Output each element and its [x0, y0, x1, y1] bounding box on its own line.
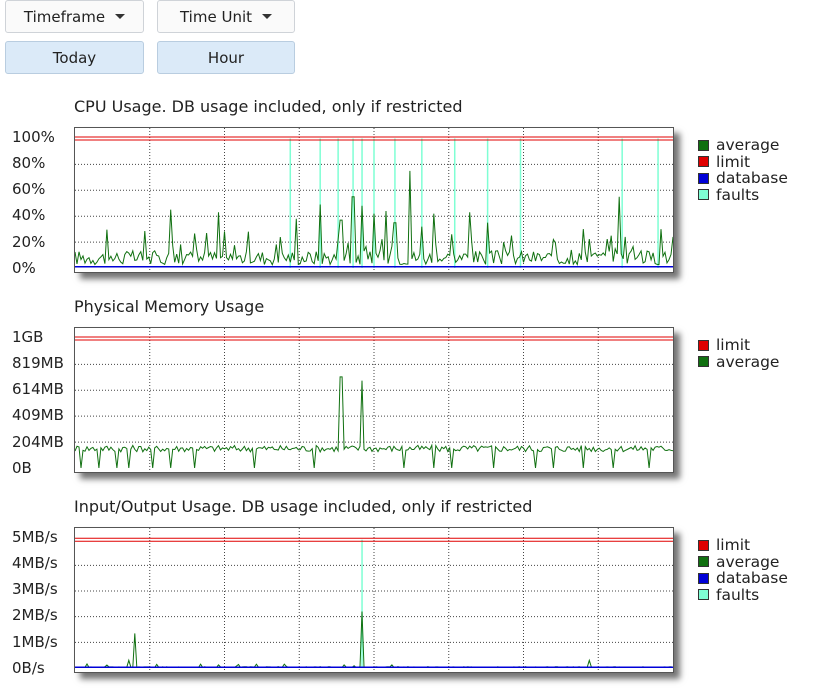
io-y-tick: 3MB/s — [12, 580, 58, 598]
legend-swatch — [698, 356, 709, 368]
cpu-legend: average limit database faults — [698, 137, 788, 203]
memory-y-tick: 1GB — [12, 328, 44, 346]
legend-swatch — [698, 556, 709, 568]
timeframe-dropdown[interactable]: Timeframe — [5, 0, 144, 33]
legend-item: average — [698, 552, 788, 571]
chevron-down-icon — [115, 14, 126, 19]
cpu-y-tick: 20% — [12, 233, 46, 251]
io-y-tick: 1MB/s — [12, 633, 58, 651]
legend-item: limit — [698, 152, 788, 171]
legend-item: faults — [698, 185, 788, 204]
legend-label: limit — [716, 536, 751, 554]
hour-label: Hour — [207, 48, 245, 67]
memory-plot-area — [74, 327, 674, 473]
today-button[interactable]: Today — [5, 41, 144, 74]
io-plot-area — [74, 527, 674, 673]
legend-label: limit — [716, 152, 751, 171]
cpu-y-tick: 60% — [12, 180, 46, 198]
legend-item: average — [698, 137, 788, 154]
legend-swatch — [698, 189, 709, 201]
legend-label: average — [716, 552, 780, 571]
time-unit-label: Time Unit — [179, 7, 252, 26]
legend-swatch — [698, 589, 709, 601]
legend-item: limit — [698, 337, 779, 354]
memory-y-tick: 819MB — [12, 354, 64, 372]
cpu-y-tick: 100% — [12, 128, 55, 146]
legend-label: database — [716, 169, 788, 187]
cpu-chart-title: CPU Usage. DB usage included, only if re… — [74, 97, 463, 116]
legend-swatch — [698, 572, 709, 584]
legend-swatch — [698, 172, 709, 184]
today-label: Today — [52, 48, 97, 67]
memory-chart-svg — [75, 328, 673, 472]
io-y-tick: 0B/s — [12, 659, 45, 677]
legend-item: database — [698, 170, 788, 187]
io-y-tick: 4MB/s — [12, 554, 58, 572]
memory-y-tick: 204MB — [12, 433, 64, 451]
legend-label: faults — [716, 585, 760, 604]
legend-swatch — [698, 339, 709, 351]
legend-swatch — [698, 156, 709, 168]
legend-swatch — [698, 139, 709, 151]
cpu-y-tick: 0% — [12, 259, 36, 277]
hour-button[interactable]: Hour — [157, 41, 295, 74]
cpu-y-tick: 80% — [12, 154, 46, 172]
memory-y-tick: 614MB — [12, 380, 64, 398]
legend-label: faults — [716, 185, 760, 204]
memory-chart-title: Physical Memory Usage — [74, 297, 265, 316]
cpu-plot-area — [74, 127, 674, 273]
legend-label: average — [716, 136, 780, 154]
chevron-down-icon — [262, 14, 272, 19]
legend-item: limit — [698, 537, 788, 554]
legend-label: limit — [716, 336, 751, 354]
memory-legend: limit average — [698, 337, 779, 370]
io-y-tick: 5MB/s — [12, 528, 58, 546]
legend-item: faults — [698, 585, 788, 604]
legend-label: database — [716, 569, 788, 587]
memory-y-tick: 409MB — [12, 406, 64, 424]
time-unit-dropdown[interactable]: Time Unit — [157, 0, 295, 33]
legend-item: database — [698, 570, 788, 587]
memory-y-tick: 0B — [12, 459, 32, 477]
io-chart-svg — [75, 528, 673, 672]
io-y-tick: 2MB/s — [12, 606, 58, 624]
legend-label: average — [716, 352, 780, 371]
legend-swatch — [698, 539, 709, 551]
legend-item: average — [698, 352, 780, 371]
io-chart-title: Input/Output Usage. DB usage included, o… — [74, 497, 533, 516]
cpu-chart-svg — [75, 128, 673, 272]
cpu-y-tick: 40% — [12, 206, 46, 224]
io-legend: limit average database faults — [698, 537, 788, 603]
timeframe-label: Timeframe — [23, 7, 106, 26]
